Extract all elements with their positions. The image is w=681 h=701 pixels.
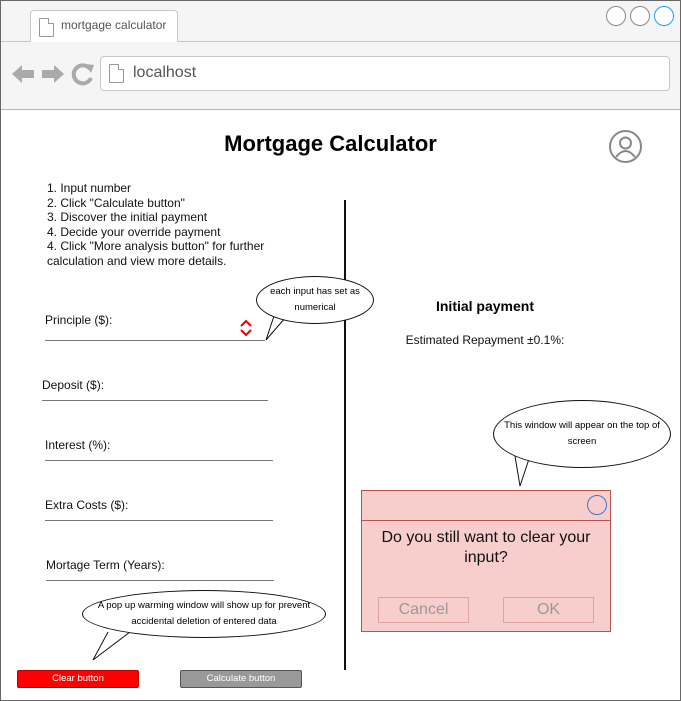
term-label: Mortage Term (Years): <box>46 558 165 572</box>
cancel-button[interactable]: Cancel <box>378 597 469 623</box>
instruction-step: 2. Click "Calculate button" <box>47 195 185 210</box>
interest-input[interactable] <box>45 460 273 461</box>
column-divider <box>344 200 346 670</box>
instruction-step: 4. Click "More analysis button" for furt… <box>47 239 265 268</box>
calculate-button[interactable]: Calculate button <box>180 670 302 688</box>
tab-title: mortgage calculator <box>61 18 167 32</box>
refresh-icon[interactable] <box>70 61 96 87</box>
window-note-bubble: This window will appear on the top of sc… <box>493 400 671 468</box>
extra-costs-label: Extra Costs ($): <box>45 498 129 512</box>
popup-note-bubble: A pop up warming window will show up for… <box>82 590 326 638</box>
dialog-close-icon[interactable] <box>587 495 607 515</box>
page-title: Mortgage Calculator <box>224 131 437 156</box>
minimize-window-button[interactable] <box>606 6 626 26</box>
instructions: 1. Input number 2. Click "Calculate butt… <box>47 181 312 268</box>
deposit-label: Deposit ($): <box>42 378 105 392</box>
user-avatar-icon[interactable] <box>609 130 642 163</box>
instruction-step: 1. Input number <box>47 181 132 195</box>
initial-payment-heading: Initial payment <box>435 298 535 314</box>
instruction-step: 4. Decide your override payment <box>47 224 221 239</box>
ok-button[interactable]: OK <box>503 597 594 623</box>
deposit-input[interactable] <box>42 400 268 401</box>
estimated-repayment-label: Estimated Repayment ±0.1%: <box>405 333 565 347</box>
callout-tail <box>92 631 131 661</box>
clear-button[interactable]: Clear button <box>17 670 139 688</box>
term-input[interactable] <box>46 580 274 581</box>
interest-label: Interest (%): <box>45 438 111 452</box>
extra-costs-input[interactable] <box>45 520 273 521</box>
browser-tab[interactable]: mortgage calculator <box>30 10 178 42</box>
dialog-message: Do you still want to clear your input? <box>381 529 591 566</box>
close-window-button[interactable] <box>654 6 674 26</box>
page-icon <box>39 18 54 37</box>
forward-arrow-icon[interactable] <box>40 62 66 86</box>
instruction-step: 3. Discover the initial payment <box>47 210 208 224</box>
address-bar[interactable]: localhost <box>100 56 670 91</box>
window-note-text: This window will appear on the top of sc… <box>504 420 660 447</box>
maximize-window-button[interactable] <box>630 6 650 26</box>
url-text: localhost <box>133 64 197 81</box>
principle-label: Principle ($): <box>45 313 113 327</box>
popup-note-text: A pop up warming window will show up for… <box>97 600 311 627</box>
dialog-header <box>362 491 610 521</box>
principle-input[interactable] <box>45 340 265 341</box>
page-icon <box>109 64 124 83</box>
number-stepper-icon[interactable] <box>238 318 254 338</box>
clear-confirm-dialog: Do you still want to clear your input? C… <box>361 490 611 632</box>
back-arrow-icon[interactable] <box>10 62 36 86</box>
